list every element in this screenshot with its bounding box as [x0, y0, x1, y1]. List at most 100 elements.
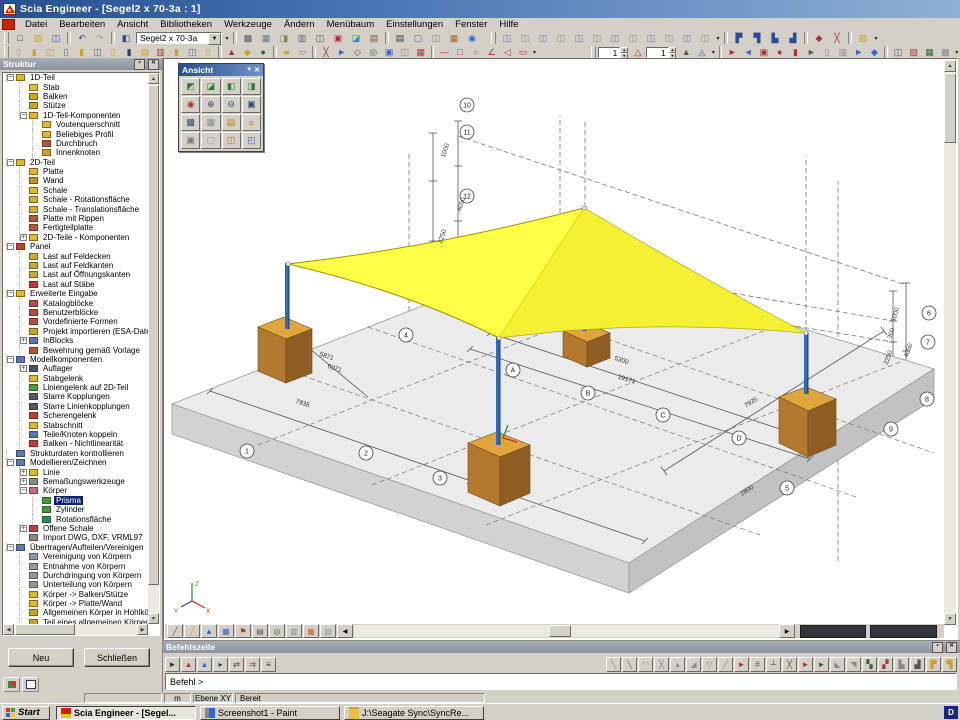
library-button[interactable]: ▦	[446, 31, 463, 46]
select-cursor-icon[interactable]: ►	[165, 657, 180, 672]
save-button[interactable]: ◫	[48, 31, 65, 46]
layout-button[interactable]: ▛	[731, 31, 748, 46]
expander-plus-icon[interactable]: +	[20, 525, 27, 532]
expander-minus-icon[interactable]: −	[7, 74, 14, 81]
snap-corner2-icon[interactable]: ◥	[846, 657, 861, 672]
tree-item[interactable]: +Auflager	[3, 364, 148, 373]
snap-half1-icon[interactable]: ▚	[862, 657, 877, 672]
menu-item-hilfe[interactable]: Hilfe	[493, 19, 524, 30]
copy-button[interactable]: ◫	[312, 31, 329, 46]
pin-icon[interactable]: •	[932, 642, 943, 653]
command-input[interactable]: Befehl >	[165, 673, 957, 690]
expander-minus-icon[interactable]: −	[7, 290, 14, 297]
document-button[interactable]: ◫	[428, 31, 445, 46]
tree-item[interactable]: Katalogblöcke	[3, 298, 148, 307]
view-axo-icon[interactable]: ◨	[242, 78, 261, 95]
snap-q2-icon[interactable]: ▟	[910, 657, 925, 672]
tree-item[interactable]: Durchbruch	[3, 139, 148, 148]
tree-item[interactable]: Strukturdaten kontrollieren	[3, 449, 148, 458]
expander-plus-icon[interactable]: +	[20, 478, 27, 485]
title-bar[interactable]: Scia Engineer - [Segel2 x 70-3a : 1]	[0, 0, 960, 18]
scroll-right-icon[interactable]: ▶	[779, 624, 795, 638]
tree-item[interactable]: Beliebiges Profil	[3, 129, 148, 138]
3d-viewport[interactable]: Z X Y 12345ABCD6789101112 79355871607153…	[163, 58, 958, 640]
snap-perp-icon[interactable]: ┴	[766, 657, 781, 672]
expander-minus-icon[interactable]: −	[7, 159, 14, 166]
tool-button[interactable]: ◨	[276, 31, 293, 46]
view-window-button[interactable]: ◫	[643, 31, 660, 46]
zoom-all-icon[interactable]: ◉	[181, 96, 200, 113]
scrollbar-thumb[interactable]	[944, 73, 956, 143]
toolbar-grip[interactable]	[591, 46, 596, 58]
doc-icon[interactable]: ▥	[286, 624, 302, 638]
preview-button[interactable]: ▢	[410, 31, 427, 46]
scroll-right-icon[interactable]: ▶	[137, 624, 148, 635]
dropdown-arrow-icon[interactable]: ▾	[710, 46, 717, 59]
print-button[interactable]: ▤	[392, 31, 409, 46]
tree-item[interactable]: Stütze	[3, 101, 148, 110]
view-side-icon[interactable]: ◪	[201, 78, 220, 95]
select-all-icon[interactable]: ≡	[261, 657, 276, 672]
tree-item[interactable]: −Panel	[3, 242, 148, 251]
tree-item[interactable]: −Modellkomponenten	[3, 355, 148, 364]
expander-plus-icon[interactable]: +	[20, 337, 27, 344]
scale-spinner[interactable]: 1	[646, 47, 669, 58]
tree-item[interactable]: Schale - Translationsfläche	[3, 204, 148, 213]
tree-item[interactable]: Vordefinierte Formen	[3, 317, 148, 326]
scroll-down-icon[interactable]: ▼	[148, 613, 159, 624]
tree-item[interactable]: Schale - Rotationsfläche	[3, 195, 148, 204]
viewport-vertical-scrollbar[interactable]: ▲ ▼	[944, 60, 956, 625]
snap-point-icon[interactable]: ▴	[670, 657, 685, 672]
snap-diag-icon[interactable]: ╱	[718, 657, 733, 672]
scroll-left-icon[interactable]: ◀	[337, 624, 353, 638]
zoom-out-icon[interactable]: ⊖	[222, 96, 241, 113]
tree-item[interactable]: Zylinder	[3, 505, 148, 514]
axo-icon[interactable]: ▲	[201, 624, 217, 638]
tree-item[interactable]: Bewehrung gemäß Vorlage	[3, 345, 148, 354]
dropdown-arrow-icon[interactable]: ▾	[714, 32, 722, 45]
expander-minus-icon[interactable]: −	[7, 243, 14, 250]
scroll-left-icon[interactable]: ◀	[3, 624, 14, 635]
tab-layers[interactable]	[22, 677, 39, 692]
tree-item[interactable]: Balken	[3, 92, 148, 101]
menu-item-bibliotheken[interactable]: Bibliotheken	[154, 19, 218, 30]
taskbar-task-scia[interactable]: Scia Engineer - [Segel...	[56, 706, 196, 720]
undo-button[interactable]: ↶	[74, 31, 91, 46]
dropdown-arrow-icon[interactable]: ▾	[531, 46, 538, 59]
open-button[interactable]: ▨	[30, 31, 47, 46]
tree-item[interactable]: Benutzerblöcke	[3, 308, 148, 317]
tree-item[interactable]: +2D-Teile - Komponenten	[3, 233, 148, 242]
menu-item-datei[interactable]: Datei	[19, 19, 53, 30]
viewport-horizontal-scrollbar[interactable]	[354, 625, 779, 637]
tree-item[interactable]: +Bemaßungswerkzeuge	[3, 477, 148, 486]
pin-icon[interactable]: •	[134, 59, 145, 70]
expander-minus-icon[interactable]: −	[20, 112, 27, 119]
zoom-previous-icon[interactable]: ▦	[201, 114, 220, 131]
view-window-button[interactable]: ◫	[679, 31, 696, 46]
expander-plus-icon[interactable]: +	[20, 469, 27, 476]
expander-minus-icon[interactable]: −	[7, 544, 14, 551]
layout-button[interactable]: ▟	[785, 31, 802, 46]
tree-item[interactable]: Starre Linienkopplungen	[3, 402, 148, 411]
structure-dock-header[interactable]: Struktur • ✕	[0, 58, 162, 70]
snap-half2-icon[interactable]: ▞	[878, 657, 893, 672]
zoom-in-icon[interactable]: ⊕	[201, 96, 220, 113]
tree-item[interactable]: Stabgelenk	[3, 374, 148, 383]
neu-button[interactable]: Neu	[8, 648, 74, 667]
spinner-arrows[interactable]: ▲▼	[669, 47, 677, 58]
snap-cross-icon[interactable]: ╳	[654, 657, 669, 672]
tree-item[interactable]: −Körper	[3, 486, 148, 495]
tree-item[interactable]: Stab	[3, 82, 148, 91]
status-unit[interactable]: m	[164, 693, 191, 703]
tree-item[interactable]: Projekt importieren (ESA-Datei)	[3, 327, 148, 336]
tool-button[interactable]: ▦	[258, 31, 275, 46]
tree-item[interactable]: +Offene Schale	[3, 524, 148, 533]
tree-item[interactable]: Balken - Nichtlinearität	[3, 439, 148, 448]
tree-item[interactable]: Entnahme von Körpern	[3, 561, 148, 570]
print-view-icon[interactable]: ▣	[181, 132, 200, 149]
layout-button[interactable]: ▙	[767, 31, 784, 46]
tree-item[interactable]: +Linie	[3, 467, 148, 476]
select-swap-icon[interactable]: ⇄	[229, 657, 244, 672]
chevron-down-icon[interactable]: ▼	[246, 67, 252, 73]
view-top-icon[interactable]: ◧	[222, 78, 241, 95]
